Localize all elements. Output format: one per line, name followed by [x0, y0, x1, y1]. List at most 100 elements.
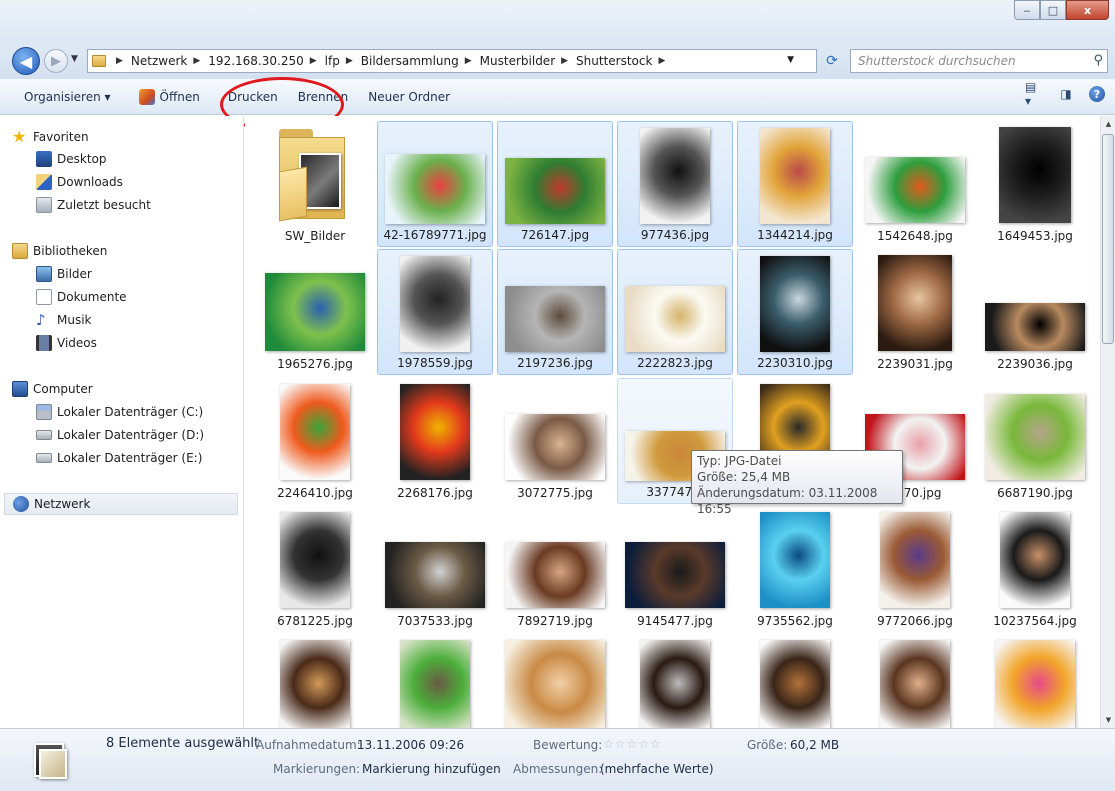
file-item[interactable]: 1649453.jpg [977, 121, 1093, 247]
file-item[interactable]: 2230310.jpg [737, 249, 853, 375]
file-item[interactable]: 1965276.jpg [257, 249, 373, 375]
sidebar-label: Desktop [57, 152, 107, 166]
file-item[interactable]: 7037533.jpg [377, 506, 493, 632]
search-placeholder: Shutterstock durchsuchen [858, 54, 1016, 68]
vertical-scrollbar[interactable]: ▲ ▼ [1100, 116, 1115, 728]
file-name: 6781225.jpg [277, 614, 353, 628]
new-folder-button[interactable]: Neuer Ordner [358, 84, 460, 110]
thumbnail-image [880, 512, 950, 608]
preview-pane-icon[interactable]: ◨ [1057, 85, 1075, 103]
sidebar-item-drive-c[interactable]: Lokaler Datenträger (C:) [0, 401, 203, 423]
file-item[interactable]: 3072775.jpg [497, 378, 613, 504]
print-button[interactable]: Drucken [210, 84, 288, 110]
thumbnail-image [385, 542, 485, 608]
maximize-button[interactable]: □ [1040, 0, 1066, 20]
size-label: Größe: [747, 738, 788, 752]
file-name: 2239031.jpg [877, 357, 953, 371]
sidebar-item-drive-d[interactable]: Lokaler Datenträger (D:) [0, 424, 204, 446]
breadcrumb-item[interactable]: Shutterstock [576, 54, 652, 68]
chevron-right-icon[interactable]: ▶ [346, 56, 353, 66]
recent-pages-dropdown[interactable]: ▼ [71, 54, 78, 64]
burn-button[interactable]: Brennen [288, 84, 358, 110]
sidebar-item-desktop[interactable]: Desktop [0, 148, 107, 170]
file-item[interactable]: 2197236.jpg [497, 249, 613, 375]
help-icon[interactable]: ? [1089, 86, 1105, 102]
view-options-icon[interactable]: ▤ ▾ [1025, 80, 1043, 108]
sidebar-item-music[interactable]: ♪ Musik [0, 309, 92, 331]
sidebar-item-documents[interactable]: Dokumente [0, 286, 127, 308]
open-button[interactable]: Öffnen [121, 84, 210, 110]
file-item[interactable] [617, 634, 733, 728]
file-item[interactable]: 1978559.jpg [377, 249, 493, 375]
sidebar-label: Favoriten [33, 130, 89, 144]
file-item[interactable] [377, 634, 493, 728]
address-bar[interactable]: ▶ Netzwerk ▶ 192.168.30.250 ▶ lfp ▶ Bild… [87, 49, 817, 73]
breadcrumb-item[interactable]: lfp [325, 54, 340, 68]
file-item[interactable]: 42-16789771.jpg [377, 121, 493, 247]
file-item[interactable]: 726147.jpg [497, 121, 613, 247]
sidebar-item-network[interactable]: Netzwerk [4, 493, 238, 515]
file-item[interactable]: 1542648.jpg [857, 121, 973, 247]
thumbnail-image [865, 157, 965, 223]
sidebar-item-videos[interactable]: Videos [0, 332, 97, 354]
folder-item[interactable]: SW_Bilder [257, 121, 373, 247]
file-item[interactable]: 7892719.jpg [497, 506, 613, 632]
back-button[interactable]: ◀ [12, 47, 40, 75]
file-item[interactable]: 1344214.jpg [737, 121, 853, 247]
search-input[interactable]: Shutterstock durchsuchen ⚲ [850, 49, 1108, 73]
chevron-right-icon[interactable]: ▶ [116, 56, 123, 66]
breadcrumb-item[interactable]: Musterbilder [480, 54, 555, 68]
file-item[interactable]: 2268176.jpg [377, 378, 493, 504]
downloads-icon [36, 174, 52, 190]
file-item[interactable]: 2246410.jpg [257, 378, 373, 504]
sidebar-item-downloads[interactable]: Downloads [0, 171, 123, 193]
search-icon[interactable]: ⚲ [1093, 53, 1103, 68]
sidebar-item-drive-e[interactable]: Lokaler Datenträger (E:) [0, 447, 202, 469]
organize-button[interactable]: Organisieren ▾ [0, 84, 121, 110]
breadcrumb-item[interactable]: 192.168.30.250 [208, 54, 303, 68]
selection-preview-icon [34, 739, 68, 779]
file-item[interactable]: 6687190.jpg [977, 378, 1093, 504]
chevron-right-icon[interactable]: ▶ [561, 56, 568, 66]
scrollbar-thumb[interactable] [1102, 134, 1114, 344]
rating-stars[interactable]: ☆☆☆☆☆ [603, 737, 662, 751]
breadcrumb-item[interactable]: Netzwerk [131, 54, 187, 68]
date-taken-value[interactable]: 13.11.2006 09:26 [357, 738, 464, 752]
chevron-right-icon[interactable]: ▶ [658, 56, 665, 66]
file-item[interactable]: 2239031.jpg [857, 249, 973, 375]
file-item[interactable] [977, 634, 1093, 728]
add-tag-field[interactable]: Markierung hinzufügen [362, 762, 501, 776]
file-list[interactable]: SW_Bilder 42-16789771.jpg 726147.jpg 977436… [245, 116, 1100, 728]
close-button[interactable]: x [1066, 0, 1109, 20]
file-item[interactable]: 6781225.jpg [257, 506, 373, 632]
file-item[interactable]: 9735562.jpg [737, 506, 853, 632]
file-item[interactable]: 9145477.jpg [617, 506, 733, 632]
chevron-right-icon[interactable]: ▶ [310, 56, 317, 66]
file-item[interactable]: 10237564.jpg [977, 506, 1093, 632]
thumbnail-image [505, 286, 605, 352]
thumbnail-image [505, 640, 605, 728]
file-item[interactable]: 977436.jpg [617, 121, 733, 247]
breadcrumb-item[interactable]: Bildersammlung [361, 54, 459, 68]
sidebar-item-recent[interactable]: Zuletzt besucht [0, 194, 151, 216]
refresh-icon[interactable]: ⟳ [820, 49, 844, 73]
file-item[interactable] [497, 634, 613, 728]
forward-button[interactable]: ▶ [44, 49, 68, 73]
file-item[interactable] [857, 634, 973, 728]
address-dropdown-icon[interactable]: ▼ [787, 55, 794, 65]
sidebar-item-pictures[interactable]: Bilder [0, 263, 92, 285]
file-item[interactable]: 2222823.jpg [617, 249, 733, 375]
sidebar-item-favorites[interactable]: ★ Favoriten [0, 126, 236, 148]
scroll-down-icon[interactable]: ▼ [1101, 712, 1115, 728]
scroll-up-icon[interactable]: ▲ [1101, 116, 1115, 132]
file-item[interactable]: 9772066.jpg [857, 506, 973, 632]
sidebar-item-computer[interactable]: Computer [0, 378, 236, 400]
file-item[interactable] [257, 634, 373, 728]
file-item[interactable]: 2239036.jpg [977, 249, 1093, 375]
file-item[interactable] [737, 634, 853, 728]
minimize-button[interactable]: ‒ [1014, 0, 1040, 20]
chevron-right-icon[interactable]: ▶ [465, 56, 472, 66]
chevron-right-icon[interactable]: ▶ [193, 56, 200, 66]
sidebar-item-libraries[interactable]: Bibliotheken [0, 240, 236, 262]
file-name: 1542648.jpg [877, 229, 953, 243]
